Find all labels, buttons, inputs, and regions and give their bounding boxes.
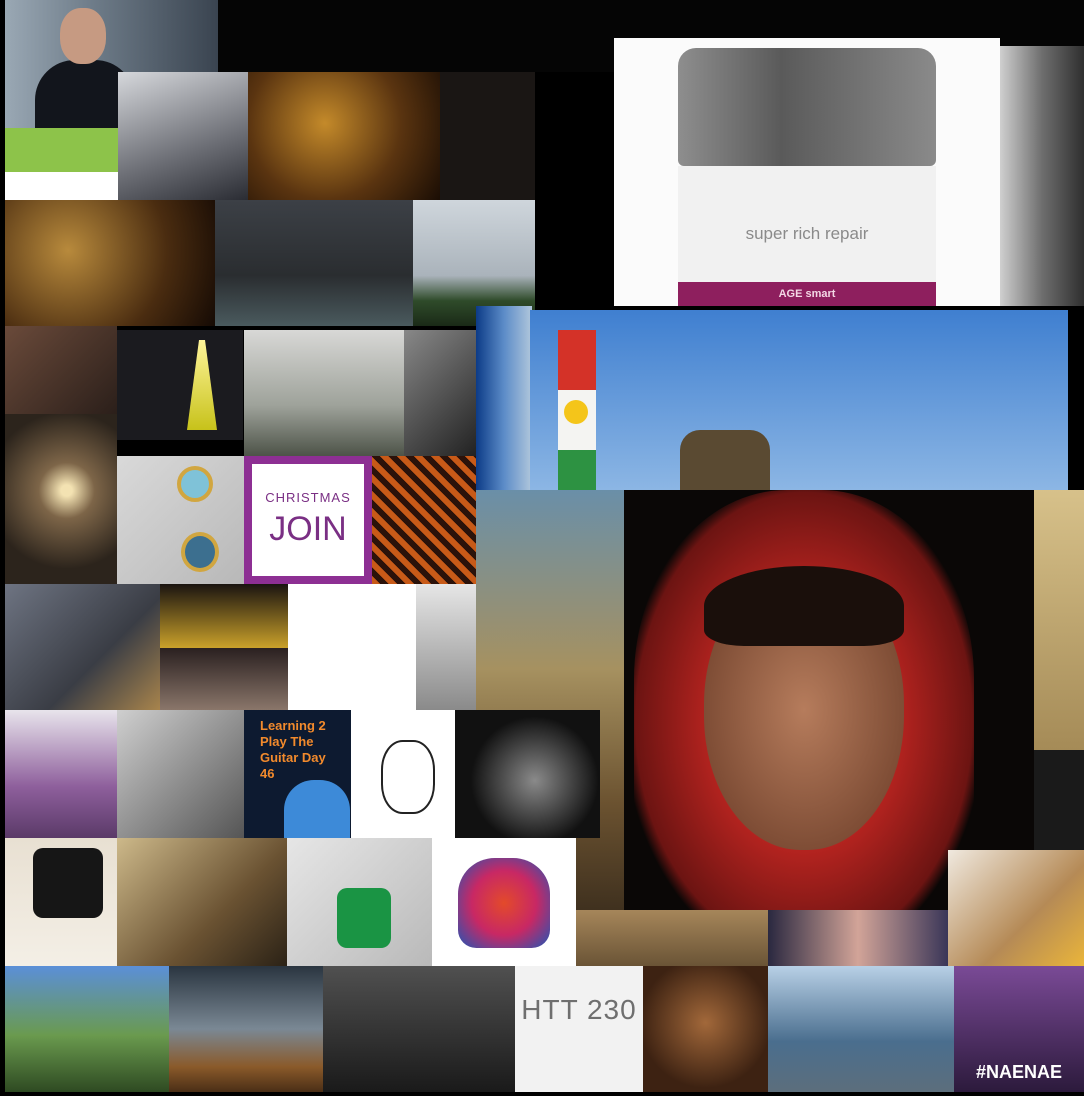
photo-christmas-card[interactable]: CHRISTMAS JOIN: [244, 456, 372, 584]
photo-spotlight-sign[interactable]: [117, 330, 243, 440]
photo-naenae-poster[interactable]: #NAENAE: [954, 966, 1084, 1092]
card-join-text: JOIN: [269, 510, 347, 548]
photo-dark-right[interactable]: [1034, 750, 1084, 850]
photo-truck-edge[interactable]: [1034, 490, 1084, 750]
photo-ornament-crest[interactable]: [432, 838, 576, 966]
naenae-text: #NAENAE: [975, 1062, 1063, 1082]
photo-bw-boy[interactable]: [117, 710, 244, 838]
photo-shelves[interactable]: [5, 326, 117, 414]
flag-sun: [564, 400, 588, 424]
photo-church-interior[interactable]: [5, 414, 117, 584]
photo-flag-soldier[interactable]: [530, 310, 1068, 490]
photo-dark-grain[interactable]: [440, 72, 535, 200]
photo-desert-ground[interactable]: [576, 910, 768, 966]
photo-antique-phone[interactable]: [5, 838, 117, 966]
guitar-title-text: Learning 2 Play The Guitar Day 46: [260, 718, 326, 781]
photo-htt-text[interactable]: HTT 230: [515, 966, 643, 1092]
photo-camera-crew[interactable]: [118, 72, 248, 200]
photo-woman-yellow[interactable]: [160, 584, 288, 648]
photo-cream-jar[interactable]: super rich repair AGE smart: [614, 38, 1000, 306]
photo-dancers[interactable]: [5, 966, 169, 1092]
phone-shape: [33, 848, 103, 918]
photo-guitar-learning[interactable]: Learning 2 Play The Guitar Day 46: [244, 710, 351, 838]
photo-building-edge[interactable]: [1000, 46, 1084, 306]
photo-bw-cat[interactable]: [455, 710, 600, 838]
photo-night-lights[interactable]: [248, 72, 440, 200]
photo-dark-painting[interactable]: [643, 966, 768, 1092]
photo-green-jar[interactable]: [287, 838, 432, 966]
photo-girl-red-scarf[interactable]: [624, 490, 1034, 910]
photo-shop-interior[interactable]: [117, 838, 287, 966]
photo-snowy-field[interactable]: [244, 330, 404, 456]
photo-night-street[interactable]: [5, 200, 215, 326]
face-shape: [60, 8, 106, 64]
jar-lid: [678, 48, 936, 166]
green-banner: [5, 128, 118, 172]
photo-workshop[interactable]: [5, 584, 160, 710]
gem-bottom: [181, 532, 219, 572]
cartoon-shape: [381, 740, 435, 814]
photo-stormy-sky[interactable]: [169, 966, 323, 1092]
gem-top: [177, 466, 213, 502]
flag-green: [558, 450, 596, 490]
photo-green-sign[interactable]: [5, 128, 118, 200]
photo-bw-architecture[interactable]: [404, 330, 476, 456]
flag-red: [558, 330, 596, 390]
jar-label-text: super rich repair: [745, 224, 869, 243]
photo-handwritten-note[interactable]: [288, 584, 416, 710]
photo-gold-ring[interactable]: [117, 456, 244, 584]
photo-harbor-ship[interactable]: [768, 966, 954, 1092]
crest-shape: [458, 858, 550, 948]
soldier-shape: [680, 430, 770, 490]
card-christmas-text: CHRISTMAS: [265, 490, 351, 505]
photo-boy-portrait[interactable]: [160, 648, 288, 710]
photo-purple-building[interactable]: [5, 710, 117, 838]
photo-maze-pattern[interactable]: [372, 456, 476, 584]
jar-brand-text: AGE smart: [778, 288, 836, 300]
person-shape: [284, 780, 350, 838]
photo-bw-room[interactable]: [323, 966, 515, 1092]
spotlight-beam: [187, 340, 217, 430]
photo-car-sign[interactable]: [416, 584, 476, 710]
photo-desk-work[interactable]: [948, 850, 1084, 966]
photo-warehouse[interactable]: [215, 200, 413, 326]
htt-text: HTT 230: [521, 994, 637, 1025]
hair-shape: [704, 566, 904, 646]
jar-shape: [337, 888, 391, 948]
photo-woman-floral[interactable]: [768, 910, 948, 966]
photo-guitar-cartoon[interactable]: [351, 710, 455, 838]
